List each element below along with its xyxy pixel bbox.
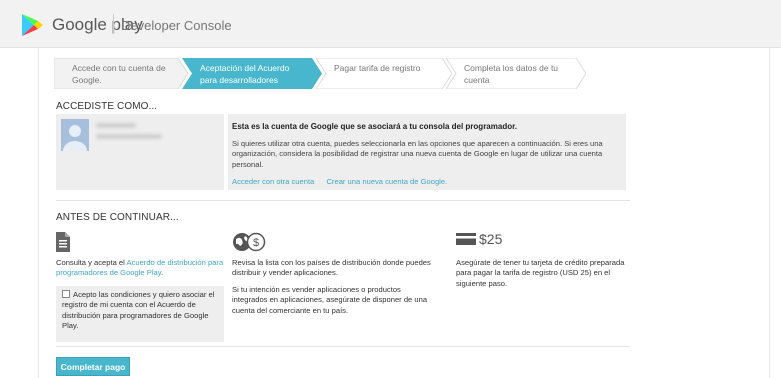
merchant-text: Si tu intención es vender aplicaciones o… <box>232 284 428 315</box>
distribution-column: $ Revisa la lista con los países de dist… <box>232 232 438 322</box>
step-developer-agreement: Aceptación del Acuerdo para desarrollado… <box>182 58 322 89</box>
account-name-redacted <box>96 123 136 128</box>
sign-in-other-account-link[interactable]: Acceder con otra cuenta <box>232 177 314 186</box>
agree-checkbox-row[interactable]: Acepto las condiciones y quiero asociar … <box>56 285 224 342</box>
default-avatar-icon <box>63 125 87 151</box>
step-pay-fee: Pagar tarifa de registro <box>316 58 452 89</box>
create-google-account-link[interactable]: Crear una nueva cuenta de Google. <box>326 177 447 186</box>
agreement-text: Consulta y acepta el Acuerdo de distribu… <box>56 258 224 279</box>
header-divider <box>113 14 114 34</box>
svg-text:$: $ <box>253 237 259 249</box>
account-description: Si quieres utilizar otra cuenta, puedes … <box>232 138 603 169</box>
avatar <box>61 119 89 151</box>
agree-checkbox-label: Acepto las condiciones y quiero asociar … <box>62 289 215 331</box>
section-divider-bottom <box>56 346 630 347</box>
section-divider <box>56 200 630 201</box>
step-complete-details: Completa los datos de tu cuenta <box>446 58 586 89</box>
registration-fee: $25 <box>479 230 503 247</box>
step-label: Completa los datos de tu cuenta <box>464 63 559 85</box>
fee-column: $25 Asegúrate de tener tu tarjeta de cré… <box>456 232 626 295</box>
globe-dollar-icon: $ <box>232 232 438 254</box>
google-play-logo[interactable] <box>20 13 44 37</box>
fee-heading: $25 <box>456 232 626 254</box>
step-label: Aceptación del Acuerdo para desarrollado… <box>200 63 290 85</box>
agreement-column: Consulta y acepta el Acuerdo de distribu… <box>56 232 224 342</box>
top-bar: Google play Developer Console <box>0 0 781 48</box>
agreement-text-b: . <box>160 268 164 278</box>
account-box: Esta es la cuenta de Google que se asoci… <box>56 114 626 190</box>
document-icon <box>56 232 224 254</box>
step-sign-in: Accede con tu cuenta de Google. <box>54 58 188 89</box>
signed-in-title: ACCEDISTE COMO... <box>56 101 158 112</box>
credit-card-icon <box>456 233 476 245</box>
distribution-text: Revisa la lista con los países de distri… <box>232 258 431 278</box>
fee-text: Asegúrate de tener tu tarjeta de crédito… <box>456 258 625 288</box>
agree-checkbox[interactable] <box>62 289 70 298</box>
before-continue-title: ANTES DE CONTINUAR... <box>56 212 179 223</box>
account-email-redacted <box>96 134 162 139</box>
complete-payment-button[interactable]: Completar pago <box>56 357 130 376</box>
product-name: Developer Console <box>121 18 232 33</box>
account-identity <box>56 114 224 190</box>
agreement-text-a: Consulta y acepta el <box>56 258 127 267</box>
account-info: Esta es la cuenta de Google que se asoci… <box>228 114 626 190</box>
account-heading: Esta es la cuenta de Google que se asoci… <box>232 122 517 131</box>
step-label: Pagar tarifa de registro <box>334 63 421 73</box>
account-links: Acceder con otra cuenta Crear una nueva … <box>232 177 618 188</box>
registration-steps: Accede con tu cuenta de Google. Aceptaci… <box>54 58 594 89</box>
step-label: Accede con tu cuenta de Google. <box>72 63 166 85</box>
